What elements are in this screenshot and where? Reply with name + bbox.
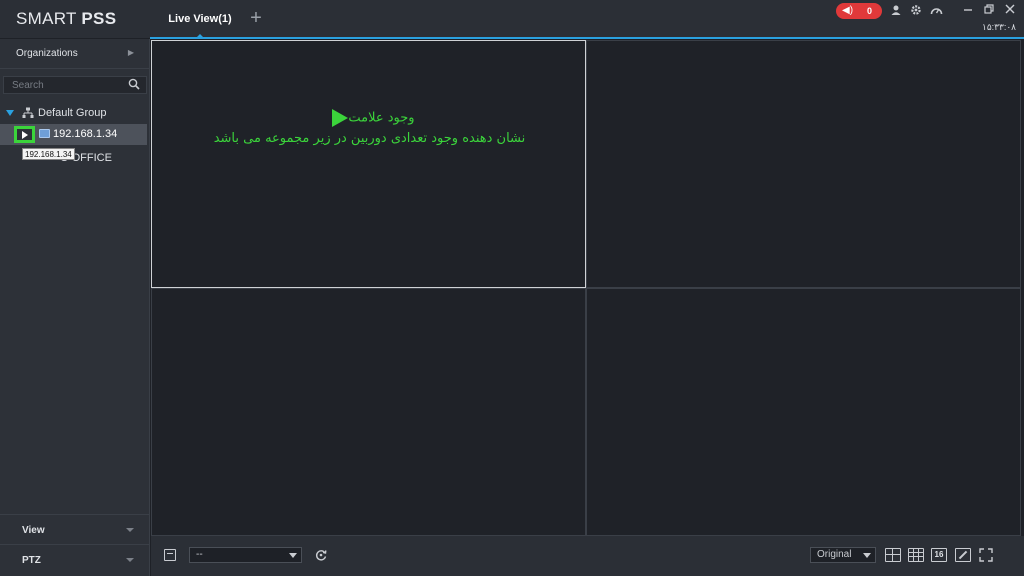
video-cell-2[interactable]	[586, 40, 1021, 288]
device-tooltip: 192.168.1.34	[22, 148, 75, 160]
restore-icon[interactable]	[982, 4, 996, 18]
close-icon[interactable]	[1003, 4, 1017, 18]
chevron-down-icon	[126, 558, 134, 562]
split-16-button[interactable]: 16	[931, 548, 947, 562]
tab-label: Live View(1)	[168, 13, 232, 25]
video-cell-3[interactable]	[151, 288, 586, 536]
sidebar: Organizations ▶ Default Group 192.168.1.…	[0, 39, 150, 576]
group-label: Default Group	[38, 107, 107, 119]
video-cell-4[interactable]	[586, 288, 1021, 536]
fullscreen-icon[interactable]	[979, 548, 993, 562]
device-label: 192.168.1.34	[53, 128, 118, 140]
view-label: View	[22, 525, 45, 536]
video-grid: وجود علامت نشان دهنده وجود تعدادی دوربین…	[151, 40, 1021, 536]
dropdown-arrow-icon	[289, 553, 297, 558]
speaker-icon: ◀)	[842, 5, 854, 16]
play-marker-icon	[332, 109, 349, 127]
device-icon	[39, 129, 50, 138]
clock: ۱۵:۳۳:۰۸	[981, 22, 1016, 32]
settings-gear-icon[interactable]	[909, 4, 923, 18]
aspect-select-value: Original	[817, 549, 852, 560]
refresh-icon[interactable]	[314, 548, 328, 562]
video-cell-1[interactable]: وجود علامت نشان دهنده وجود تعدادی دوربین…	[151, 40, 586, 288]
network-tree-icon	[22, 107, 34, 118]
chevron-down-icon	[126, 528, 134, 532]
tree-device-item[interactable]: 192.168.1.34	[0, 124, 147, 145]
ptz-label: PTZ	[22, 555, 41, 566]
expand-play-icon[interactable]	[14, 126, 35, 143]
user-icon[interactable]	[889, 4, 903, 18]
dropdown-arrow-icon	[863, 553, 871, 558]
aspect-select[interactable]: Original	[810, 547, 876, 563]
annotation-line-2: نشان دهنده وجود تعدادی دوربین در زیر مجم…	[213, 131, 526, 146]
add-tab-button[interactable]: +	[246, 8, 266, 28]
split-4-icon[interactable]	[885, 548, 901, 562]
organizations-header[interactable]: Organizations ▶	[0, 39, 150, 69]
search-box	[3, 76, 147, 94]
search-icon[interactable]	[128, 78, 140, 90]
tab-underline	[150, 37, 1024, 39]
app-logo: SMART PSS	[16, 9, 117, 28]
annotation-line-1: وجود علامت	[152, 109, 587, 127]
performance-gauge-icon[interactable]	[929, 4, 943, 18]
tree-group-default[interactable]: Default Group	[0, 105, 150, 123]
alarm-count: 0	[866, 6, 872, 16]
search-input[interactable]	[4, 77, 124, 93]
bottom-toolbar: -- Original 16	[151, 536, 1024, 576]
tab-live-view[interactable]: Live View(1)	[160, 0, 240, 38]
ptz-panel-header[interactable]: PTZ	[0, 544, 150, 576]
chevron-right-icon: ▶	[127, 48, 134, 57]
edit-layout-icon[interactable]	[955, 548, 971, 562]
view-select[interactable]: --	[189, 547, 302, 563]
view-panel-header[interactable]: View	[0, 514, 150, 544]
minimize-icon[interactable]	[961, 4, 975, 18]
view-select-value: --	[196, 549, 203, 560]
title-bar: SMART PSS Live View(1) + ◀) 0 ۱۵:۳۳:۰۸	[0, 0, 1024, 39]
save-view-icon[interactable]	[164, 549, 176, 561]
alarm-button[interactable]: ◀) 0	[836, 3, 882, 19]
split-9-icon[interactable]	[908, 548, 924, 562]
expand-arrow-icon[interactable]	[6, 110, 14, 116]
organizations-label: Organizations	[16, 48, 78, 59]
